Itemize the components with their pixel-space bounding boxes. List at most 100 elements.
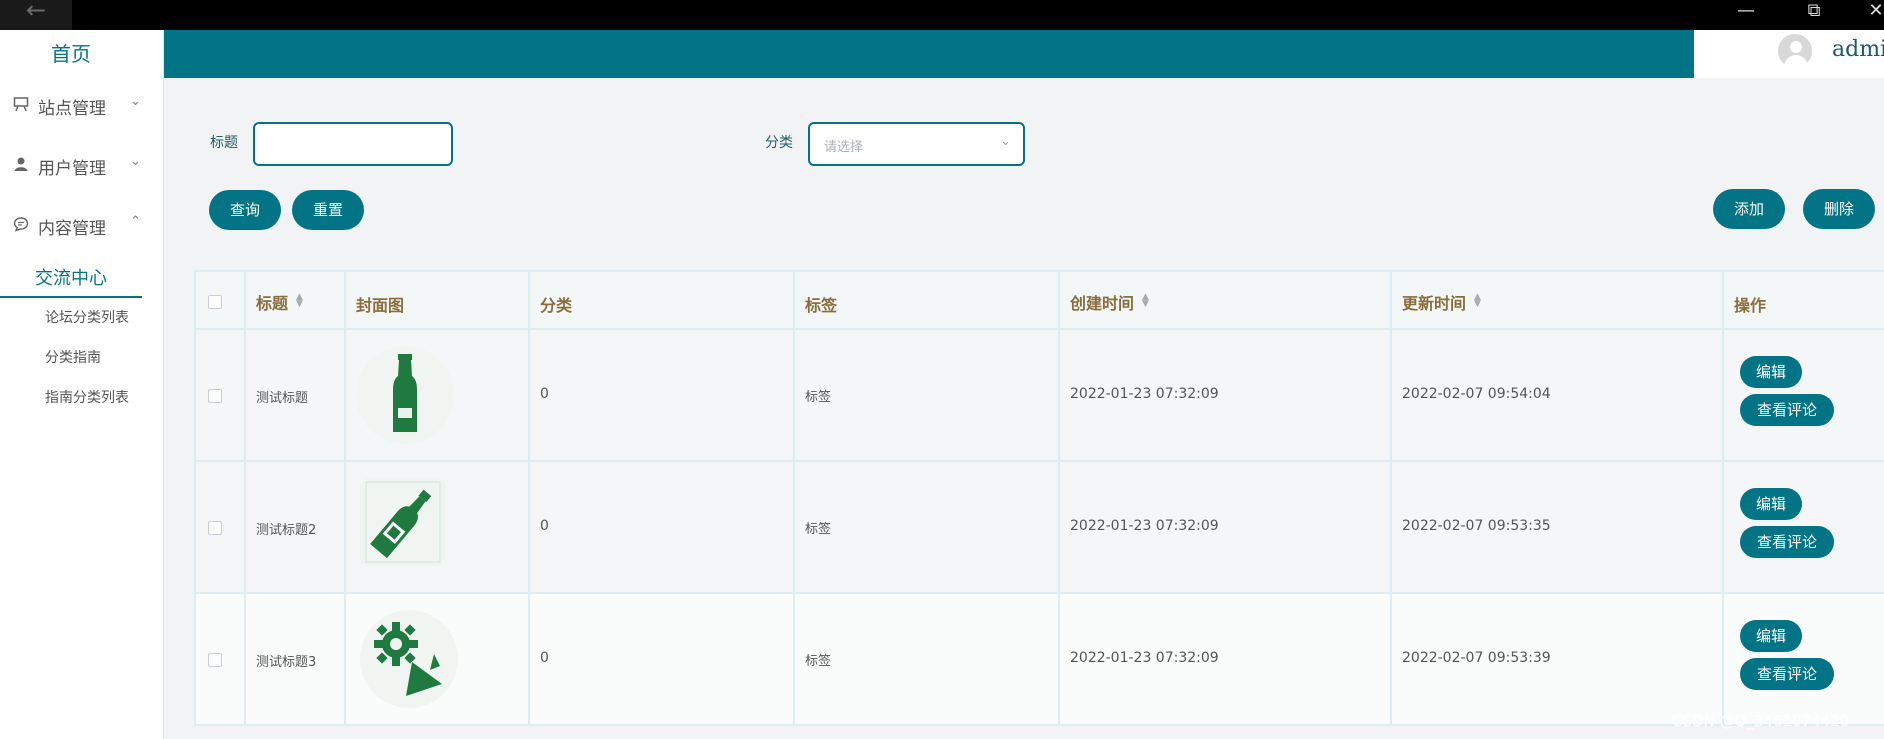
row-category-cell: 0 <box>530 594 795 724</box>
row-updated-cell: 2022-02-07 09:53:39 <box>1392 594 1724 724</box>
row-actions-cell: 编辑 查看评论 <box>1724 462 1884 592</box>
sidebar-subitem-exchange-center[interactable]: 交流中心 <box>0 264 142 298</box>
view-comments-button[interactable]: 查看评论 <box>1740 658 1834 690</box>
row-title: 测试标题 <box>256 391 309 406</box>
sort-icon[interactable]: ▲ ▼ <box>1142 293 1149 309</box>
row-tag-cell: 标签 <box>795 462 1060 592</box>
gear-carrot-icon[interactable] <box>360 610 458 708</box>
sidebar-item-label: 内容管理 <box>38 219 106 239</box>
row-title: 测试标题3 <box>256 655 317 670</box>
row-title-cell: 测试标题2 <box>246 462 346 592</box>
header-updated[interactable]: 更新时间 ▲ ▼ <box>1392 272 1724 328</box>
row-cover-cell <box>346 594 530 724</box>
sidebar-subitem-guide-category-list[interactable]: 指南分类列表 <box>45 387 129 407</box>
watermark: CSDN @Q_3461074420 <box>1672 712 1850 730</box>
user-icon <box>12 156 30 174</box>
row-created-cell: 2022-01-23 07:32:09 <box>1060 330 1392 460</box>
window-titlebar: ← — ⧉ ✕ <box>0 0 1884 30</box>
table-header-row: 标题 ▲ ▼ 封面图 分类 标签 创建时间 ▲ ▼ 更新时间 ▲ ▼ 操作 <box>194 270 1884 330</box>
row-tag: 标签 <box>805 522 832 537</box>
header-label: 标签 <box>805 296 838 315</box>
minimize-icon[interactable]: — <box>1722 0 1770 30</box>
view-comments-button[interactable]: 查看评论 <box>1740 394 1834 426</box>
sidebar-item-content-management[interactable]: 内容管理 ⌃ <box>12 214 152 239</box>
row-updated-cell: 2022-02-07 09:54:04 <box>1392 330 1724 460</box>
sidebar-subitem-category-guide[interactable]: 分类指南 <box>45 347 101 367</box>
sidebar-home[interactable]: 首页 <box>0 38 142 67</box>
sidebar-subitem-forum-category-list[interactable]: 论坛分类列表 <box>45 307 129 327</box>
row-title: 测试标题2 <box>256 523 317 538</box>
chevron-down-icon: ⌄ <box>130 94 141 109</box>
row-updated: 2022-02-07 09:54:04 <box>1402 386 1551 402</box>
chevron-up-icon: ⌃ <box>130 214 141 229</box>
query-button[interactable]: 查询 <box>209 190 281 230</box>
row-title-cell: 测试标题3 <box>246 594 346 724</box>
row-tag-cell: 标签 <box>795 594 1060 724</box>
row-select-cell <box>196 594 246 724</box>
add-button[interactable]: 添加 <box>1713 189 1785 229</box>
sidebar-item-label: 用户管理 <box>38 159 106 179</box>
data-table: 标题 ▲ ▼ 封面图 分类 标签 创建时间 ▲ ▼ 更新时间 ▲ ▼ 操作 测试标题 <box>194 270 1884 739</box>
edit-button[interactable]: 编辑 <box>1740 620 1802 652</box>
row-category: 0 <box>540 518 549 534</box>
view-comments-button[interactable]: 查看评论 <box>1740 526 1834 558</box>
row-created: 2022-01-23 07:32:09 <box>1070 386 1219 402</box>
row-actions-cell: 编辑 查看评论 <box>1724 330 1884 460</box>
chevron-down-icon: ⌄ <box>1000 134 1011 149</box>
username-label[interactable]: admin <box>1832 37 1884 62</box>
row-checkbox[interactable] <box>208 653 222 667</box>
row-category-cell: 0 <box>530 462 795 592</box>
edit-button[interactable]: 编辑 <box>1740 356 1802 388</box>
row-title-cell: 测试标题 <box>246 330 346 460</box>
table-row: 测试标题2 0 标签 2022-01-23 07:32:09 2022-02-0… <box>194 462 1884 594</box>
header-label: 封面图 <box>356 296 405 315</box>
row-created-cell: 2022-01-23 07:32:09 <box>1060 594 1392 724</box>
title-input[interactable] <box>253 122 453 166</box>
close-icon[interactable]: ✕ <box>1852 0 1884 30</box>
reset-button[interactable]: 重置 <box>292 190 364 230</box>
sauce-bottle-icon[interactable] <box>360 478 446 566</box>
row-checkbox[interactable] <box>208 521 222 535</box>
restore-icon[interactable]: ⧉ <box>1790 0 1838 30</box>
sidebar: 首页 站点管理 ⌄ 用户管理 ⌄ 内容管理 ⌃ 交流中心 论坛分类列表 分类指南… <box>0 30 164 739</box>
row-category: 0 <box>540 386 549 402</box>
back-arrow-icon[interactable]: ← <box>0 0 72 30</box>
row-tag: 标签 <box>805 390 832 405</box>
category-placeholder: 请选择 <box>824 140 864 155</box>
sidebar-item-label: 站点管理 <box>38 99 106 119</box>
select-all-checkbox[interactable] <box>208 295 222 309</box>
chevron-down-icon: ⌄ <box>130 154 141 169</box>
row-cover-cell <box>346 330 530 460</box>
top-header <box>164 30 1884 78</box>
header-title[interactable]: 标题 ▲ ▼ <box>246 272 346 328</box>
bottle-icon[interactable] <box>356 346 454 444</box>
sort-icon[interactable]: ▲ ▼ <box>1474 293 1481 309</box>
chat-icon <box>12 216 30 234</box>
header-actions: 操作 <box>1724 272 1884 328</box>
row-category-cell: 0 <box>530 330 795 460</box>
header-created[interactable]: 创建时间 ▲ ▼ <box>1060 272 1392 328</box>
category-select[interactable]: 请选择 ⌄ <box>808 122 1025 166</box>
title-label: 标题 <box>210 135 238 151</box>
avatar[interactable] <box>1776 32 1814 70</box>
sidebar-item-user-management[interactable]: 用户管理 ⌄ <box>12 154 152 179</box>
header-label: 更新时间 <box>1402 294 1467 313</box>
header-label: 标题 <box>256 294 289 313</box>
row-updated: 2022-02-07 09:53:39 <box>1402 650 1551 666</box>
row-created: 2022-01-23 07:32:09 <box>1070 518 1219 534</box>
delete-button[interactable]: 删除 <box>1803 189 1875 229</box>
row-created-cell: 2022-01-23 07:32:09 <box>1060 462 1392 592</box>
row-updated-cell: 2022-02-07 09:53:35 <box>1392 462 1724 592</box>
row-created: 2022-01-23 07:32:09 <box>1070 650 1219 666</box>
row-checkbox[interactable] <box>208 389 222 403</box>
header-cover: 封面图 <box>346 272 530 328</box>
sort-icon[interactable]: ▲ ▼ <box>296 293 303 309</box>
row-category: 0 <box>540 650 549 666</box>
row-cover-cell <box>346 462 530 592</box>
row-select-cell <box>196 462 246 592</box>
row-select-cell <box>196 330 246 460</box>
edit-button[interactable]: 编辑 <box>1740 488 1802 520</box>
row-tag: 标签 <box>805 654 832 669</box>
sidebar-item-site-management[interactable]: 站点管理 ⌄ <box>12 94 152 119</box>
row-updated: 2022-02-07 09:53:35 <box>1402 518 1551 534</box>
